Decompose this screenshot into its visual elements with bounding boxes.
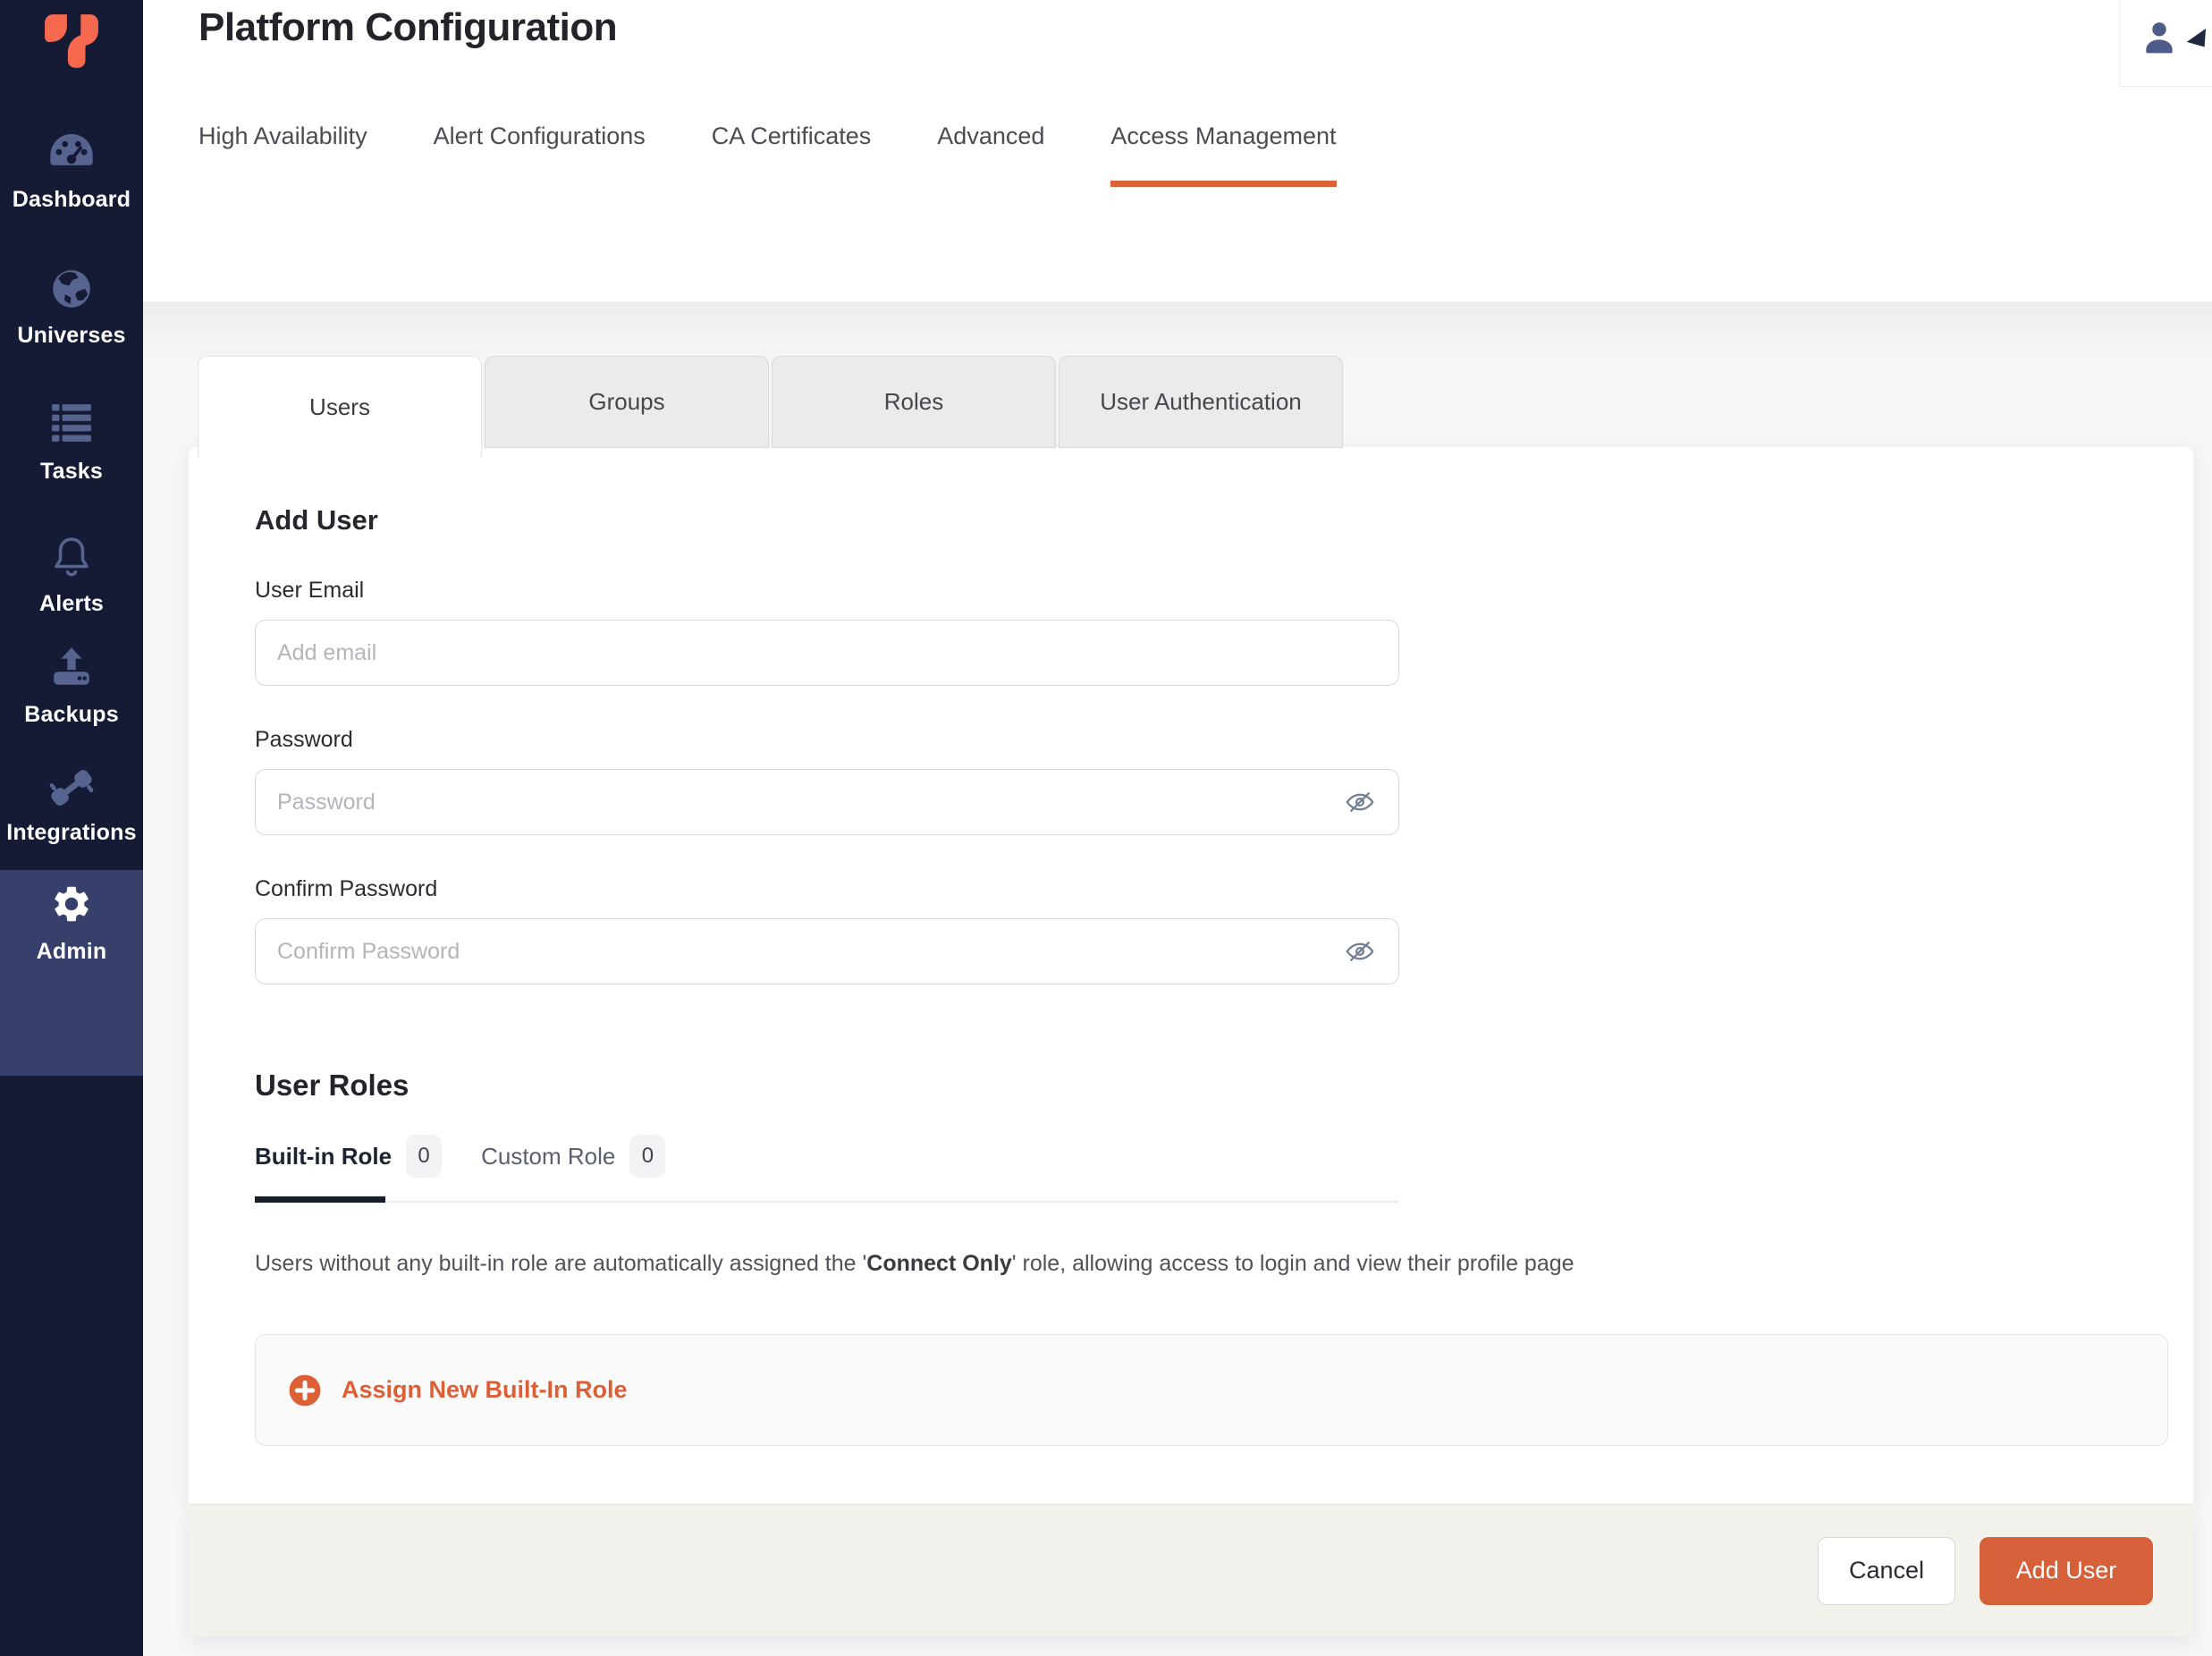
subtab-groups[interactable]: Groups <box>485 356 769 448</box>
sidebar-item-backups[interactable]: Backups <box>0 646 143 728</box>
globe-icon <box>49 266 94 313</box>
tab-alert-configurations[interactable]: Alert Configurations <box>434 118 646 187</box>
chevron-down-icon <box>2187 29 2212 54</box>
sidebar-item-label: Admin <box>0 939 143 965</box>
add-user-submit-button[interactable]: Add User <box>1980 1537 2153 1605</box>
connect-only-info-text: Users without any built-in role are auto… <box>255 1251 2193 1277</box>
plus-circle-icon <box>288 1373 322 1407</box>
sidebar-item-label: Backups <box>0 702 143 728</box>
sidebar-item-label: Universes <box>0 323 143 349</box>
add-user-heading: Add User <box>255 504 2193 537</box>
subtab-users[interactable]: Users <box>198 356 482 457</box>
cancel-button[interactable]: Cancel <box>1818 1537 1955 1605</box>
sidebar-item-alerts[interactable]: Alerts <box>0 535 143 617</box>
user-roles-heading: User Roles <box>255 1069 2193 1103</box>
sidebar-item-tasks[interactable]: Tasks <box>0 402 143 485</box>
page-header: Platform Configuration High Availability… <box>143 0 2212 301</box>
role-type-tabs: Built-in Role 0 Custom Role 0 <box>255 1135 2193 1178</box>
user-email-label: User Email <box>255 578 2193 604</box>
password-input[interactable] <box>255 769 1399 835</box>
password-label: Password <box>255 727 2193 753</box>
sidebar-item-label: Alerts <box>0 591 143 617</box>
active-role-tab-indicator <box>255 1196 385 1203</box>
sidebar-item-label: Tasks <box>0 459 143 485</box>
assign-built-in-role-label: Assign New Built-In Role <box>342 1376 628 1404</box>
custom-role-count-badge: 0 <box>629 1135 665 1178</box>
toggle-confirm-password-visibility-button[interactable] <box>1340 932 1380 971</box>
sidebar-item-integrations[interactable]: Integrations <box>0 764 143 846</box>
tab-ca-certificates[interactable]: CA Certificates <box>712 118 872 187</box>
tab-access-management[interactable]: Access Management <box>1110 118 1336 187</box>
tab-advanced[interactable]: Advanced <box>937 118 1044 187</box>
role-tabs-divider <box>255 1201 1399 1203</box>
page-title: Platform Configuration <box>198 5 617 50</box>
user-menu[interactable] <box>2119 0 2212 87</box>
confirm-password-input[interactable] <box>255 918 1399 984</box>
user-profile-icon <box>2140 18 2179 57</box>
gear-icon <box>50 883 93 929</box>
confirm-password-label: Confirm Password <box>255 876 2193 902</box>
add-user-panel: Add User User Email Password Confirm Pas… <box>189 447 2193 1504</box>
built-in-role-label: Built-in Role <box>255 1143 392 1170</box>
toggle-password-visibility-button[interactable] <box>1340 782 1380 822</box>
sidebar-item-universes[interactable]: Universes <box>0 266 143 349</box>
custom-role-label: Custom Role <box>481 1143 615 1170</box>
integrations-plug-icon <box>47 764 96 810</box>
form-actions-footer: Cancel Add User <box>189 1504 2193 1636</box>
backup-upload-icon <box>49 646 94 692</box>
dashboard-gauge-icon <box>47 131 96 177</box>
user-email-input[interactable] <box>255 620 1399 686</box>
built-in-role-count-badge: 0 <box>406 1135 442 1178</box>
yugabyte-logo-icon[interactable] <box>0 13 143 70</box>
main-area: Platform Configuration High Availability… <box>143 0 2212 1656</box>
sidebar: Dashboard Universes Tasks <box>0 0 143 1656</box>
sidebar-item-label: Dashboard <box>0 187 143 213</box>
sidebar-item-label: Integrations <box>0 820 143 846</box>
subtab-roles[interactable]: Roles <box>772 356 1056 448</box>
access-subtabs: Users Groups Roles User Authentication <box>198 356 1346 457</box>
subtab-user-authentication[interactable]: User Authentication <box>1059 356 1343 448</box>
assign-built-in-role-button[interactable]: Assign New Built-In Role <box>255 1334 2168 1446</box>
sidebar-item-admin[interactable]: Admin <box>0 870 143 1076</box>
tab-custom-role[interactable]: Custom Role 0 <box>481 1135 665 1178</box>
tab-built-in-role[interactable]: Built-in Role 0 <box>255 1135 442 1178</box>
access-management-content: Users Groups Roles User Authentication A… <box>143 301 2212 1656</box>
bell-icon <box>50 535 93 581</box>
sidebar-item-dashboard[interactable]: Dashboard <box>0 131 143 213</box>
tab-high-availability[interactable]: High Availability <box>198 118 367 187</box>
platform-config-tabs: High Availability Alert Configurations C… <box>198 118 1337 187</box>
task-list-icon <box>49 402 94 449</box>
